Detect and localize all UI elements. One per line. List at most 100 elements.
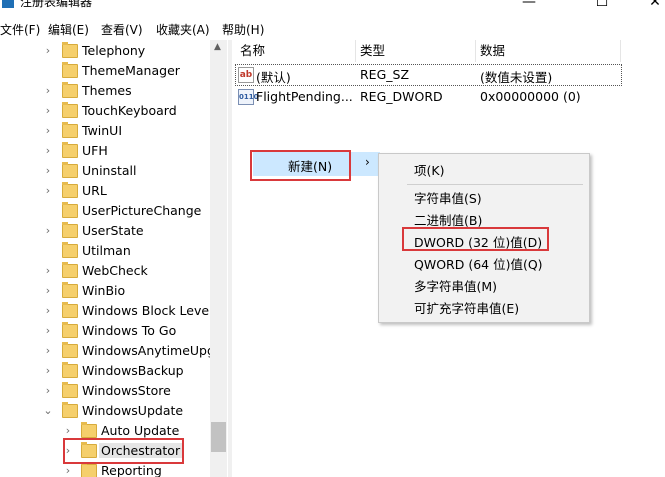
expand-chevron-icon[interactable]: ›	[43, 84, 53, 97]
folder-icon	[62, 182, 78, 198]
expand-chevron-icon[interactable]: ›	[43, 124, 53, 137]
tree-item-label: TwinUI	[82, 123, 123, 138]
scroll-up-icon[interactable]: ▲	[214, 42, 221, 52]
tree-item[interactable]: › UserState	[0, 221, 210, 241]
column-header-name[interactable]: 名称	[240, 40, 356, 62]
submenu-item-key[interactable]: 项(K)	[414, 160, 444, 179]
folder-icon	[62, 262, 78, 278]
submenu-arrow-icon: ›	[365, 155, 370, 169]
expand-chevron-icon[interactable]: ›	[43, 304, 53, 317]
tree-item[interactable]: › Windows To Go	[0, 321, 210, 341]
tree-item[interactable]: › Themes	[0, 81, 210, 101]
minimize-button[interactable]: —	[514, 0, 544, 10]
tree-item-label: WebCheck	[82, 263, 148, 278]
tree-item-label: ThemeManager	[82, 63, 180, 78]
tree-item-label: WindowsUpdate	[82, 403, 184, 418]
tree-item-label: Utilman	[82, 243, 131, 258]
tree-item-label: WindowsBackup	[82, 363, 184, 378]
value-data: (数值未设置)	[480, 70, 553, 85]
expand-chevron-icon[interactable]: ›	[43, 384, 53, 397]
folder-icon	[62, 62, 78, 78]
tree-item[interactable]: › WindowsBackup	[0, 361, 210, 381]
folder-icon	[62, 302, 78, 318]
value-row[interactable]: ab (默认) REG_SZ (数值未设置)	[235, 64, 622, 86]
submenu-item-expandable-string-value[interactable]: 可扩充字符串值(E)	[414, 298, 519, 317]
expand-chevron-icon[interactable]: ›	[63, 464, 73, 477]
binary-value-icon: 0110	[238, 89, 258, 105]
tree-item[interactable]: › Telephony	[0, 41, 210, 61]
tree-item[interactable]: › TwinUI	[0, 121, 210, 141]
dword-highlight-box	[402, 227, 549, 251]
expand-chevron-icon[interactable]: ›	[43, 184, 53, 197]
menu-edit[interactable]: 编辑(E)	[48, 21, 89, 38]
tree-item[interactable]: Utilman	[0, 241, 210, 261]
tree-item[interactable]: UserPictureChange	[0, 201, 210, 221]
value-type: REG_DWORD	[360, 89, 443, 104]
tree-item[interactable]: ⌄ WindowsUpdate	[0, 401, 210, 421]
tree-item[interactable]: ThemeManager	[0, 61, 210, 81]
submenu-item-qword-value[interactable]: QWORD (64 位)值(Q)	[414, 254, 543, 273]
menu-favorites[interactable]: 收藏夹(A)	[156, 21, 210, 38]
menu-file[interactable]: 文件(F)	[0, 21, 40, 38]
folder-icon	[62, 342, 78, 358]
menu-view[interactable]: 查看(V)	[101, 21, 143, 38]
folder-icon	[62, 242, 78, 258]
menu-bar: 文件(F) 编辑(E) 查看(V) 收藏夹(A) 帮助(H)	[0, 17, 665, 39]
tree-item-label: WindowsStore	[82, 383, 171, 398]
close-button[interactable]: ✕	[640, 0, 665, 10]
tree-item-label: URL	[82, 183, 107, 198]
value-row[interactable]: 0110 FlightPending... REG_DWORD 0x000000…	[236, 87, 621, 107]
expand-chevron-icon[interactable]: ›	[63, 424, 73, 437]
expand-chevron-icon[interactable]: ›	[43, 144, 53, 157]
tree-item-label: UFH	[82, 143, 108, 158]
maximize-button[interactable]: ☐	[587, 0, 617, 10]
expand-chevron-icon[interactable]: ›	[43, 344, 53, 357]
tree-item[interactable]: › Windows Block Level	[0, 301, 213, 321]
expand-chevron-icon[interactable]: ›	[43, 364, 53, 377]
folder-icon	[81, 462, 97, 477]
tree-item[interactable]: › WebCheck	[0, 261, 210, 281]
folder-icon	[62, 282, 78, 298]
title-bar: 注册表编辑器 — ☐ ✕	[0, 0, 665, 11]
submenu-item-string-value[interactable]: 字符串值(S)	[414, 188, 482, 207]
folder-icon	[62, 362, 78, 378]
column-header-type[interactable]: 类型	[360, 40, 476, 62]
tree-item-label: Reporting	[101, 463, 162, 477]
expand-chevron-icon[interactable]: ›	[43, 104, 53, 117]
menu-help[interactable]: 帮助(H)	[222, 21, 264, 38]
value-name: (默认)	[256, 70, 291, 85]
tree-item[interactable]: › TouchKeyboard	[0, 101, 210, 121]
tree-item[interactable]: › UFH	[0, 141, 210, 161]
tree-item[interactable]: › WindowsStore	[0, 381, 210, 401]
tree-item-label: Uninstall	[82, 163, 137, 178]
expand-chevron-icon[interactable]: ›	[43, 224, 53, 237]
window-title: 注册表编辑器	[20, 0, 93, 9]
submenu-item-multi-string-value[interactable]: 多字符串值(M)	[414, 276, 497, 295]
string-value-icon: ab	[238, 67, 254, 83]
tree-item[interactable]: › WinBio	[0, 281, 210, 301]
folder-icon	[62, 382, 78, 398]
tree-item-label: Windows Block Level	[82, 303, 213, 318]
expand-chevron-icon[interactable]: ›	[43, 324, 53, 337]
orchestrator-highlight-box	[63, 438, 184, 464]
folder-icon	[62, 162, 78, 178]
tree-item[interactable]: › WindowsAnytimeUpgr	[0, 341, 220, 361]
column-header-data[interactable]: 数据	[480, 40, 621, 62]
folder-icon	[62, 222, 78, 238]
regedit-app-icon	[2, 0, 14, 8]
expand-chevron-icon[interactable]: ›	[43, 264, 53, 277]
folder-icon	[62, 102, 78, 118]
expand-chevron-icon[interactable]: ›	[43, 44, 53, 57]
expand-chevron-icon[interactable]: ›	[43, 284, 53, 297]
tree-item-label: Windows To Go	[82, 323, 177, 338]
collapse-chevron-icon[interactable]: ⌄	[43, 404, 53, 417]
registry-tree[interactable]: › Telephony ThemeManager › Themes › Touc…	[0, 40, 227, 477]
value-data: 0x00000000 (0)	[480, 89, 581, 104]
folder-icon	[81, 422, 97, 438]
tree-item[interactable]: › Uninstall	[0, 161, 210, 181]
scrollbar-thumb[interactable]	[211, 422, 226, 452]
expand-chevron-icon[interactable]: ›	[43, 164, 53, 177]
menu-separator	[407, 184, 583, 185]
tree-scrollbar[interactable]: ▲	[210, 40, 227, 477]
tree-item[interactable]: › URL	[0, 181, 210, 201]
